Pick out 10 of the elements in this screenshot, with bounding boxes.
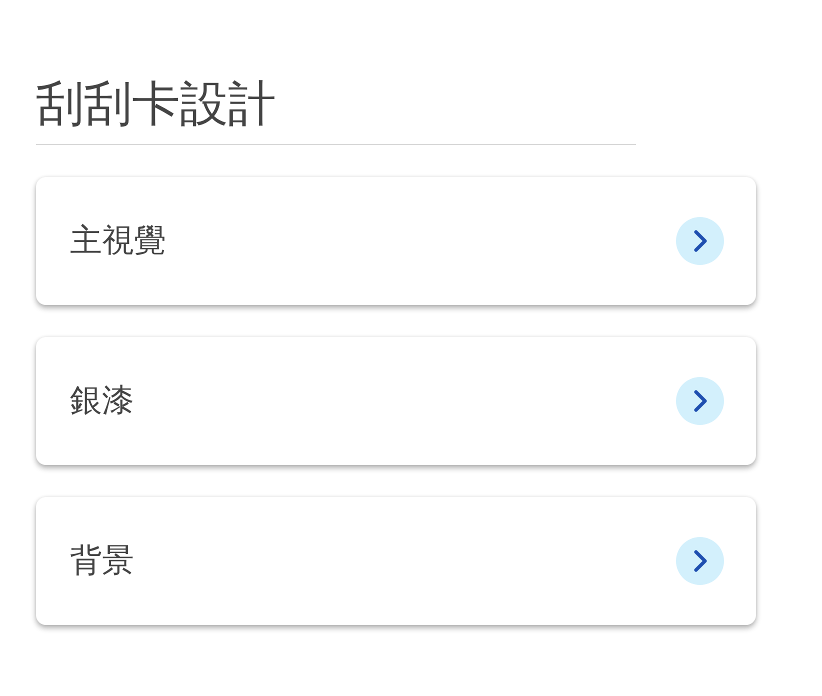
card-label: 銀漆 bbox=[70, 380, 134, 421]
menu-card[interactable]: 背景 bbox=[36, 497, 756, 625]
card-label: 主視覺 bbox=[70, 220, 166, 261]
chevron-right-icon bbox=[676, 377, 724, 425]
page-title: 刮刮卡設計 bbox=[36, 68, 636, 145]
card-label: 背景 bbox=[70, 540, 134, 581]
chevron-right-icon bbox=[676, 537, 724, 585]
chevron-right-icon bbox=[676, 217, 724, 265]
menu-card[interactable]: 主視覺 bbox=[36, 177, 756, 305]
menu-card[interactable]: 銀漆 bbox=[36, 337, 756, 465]
